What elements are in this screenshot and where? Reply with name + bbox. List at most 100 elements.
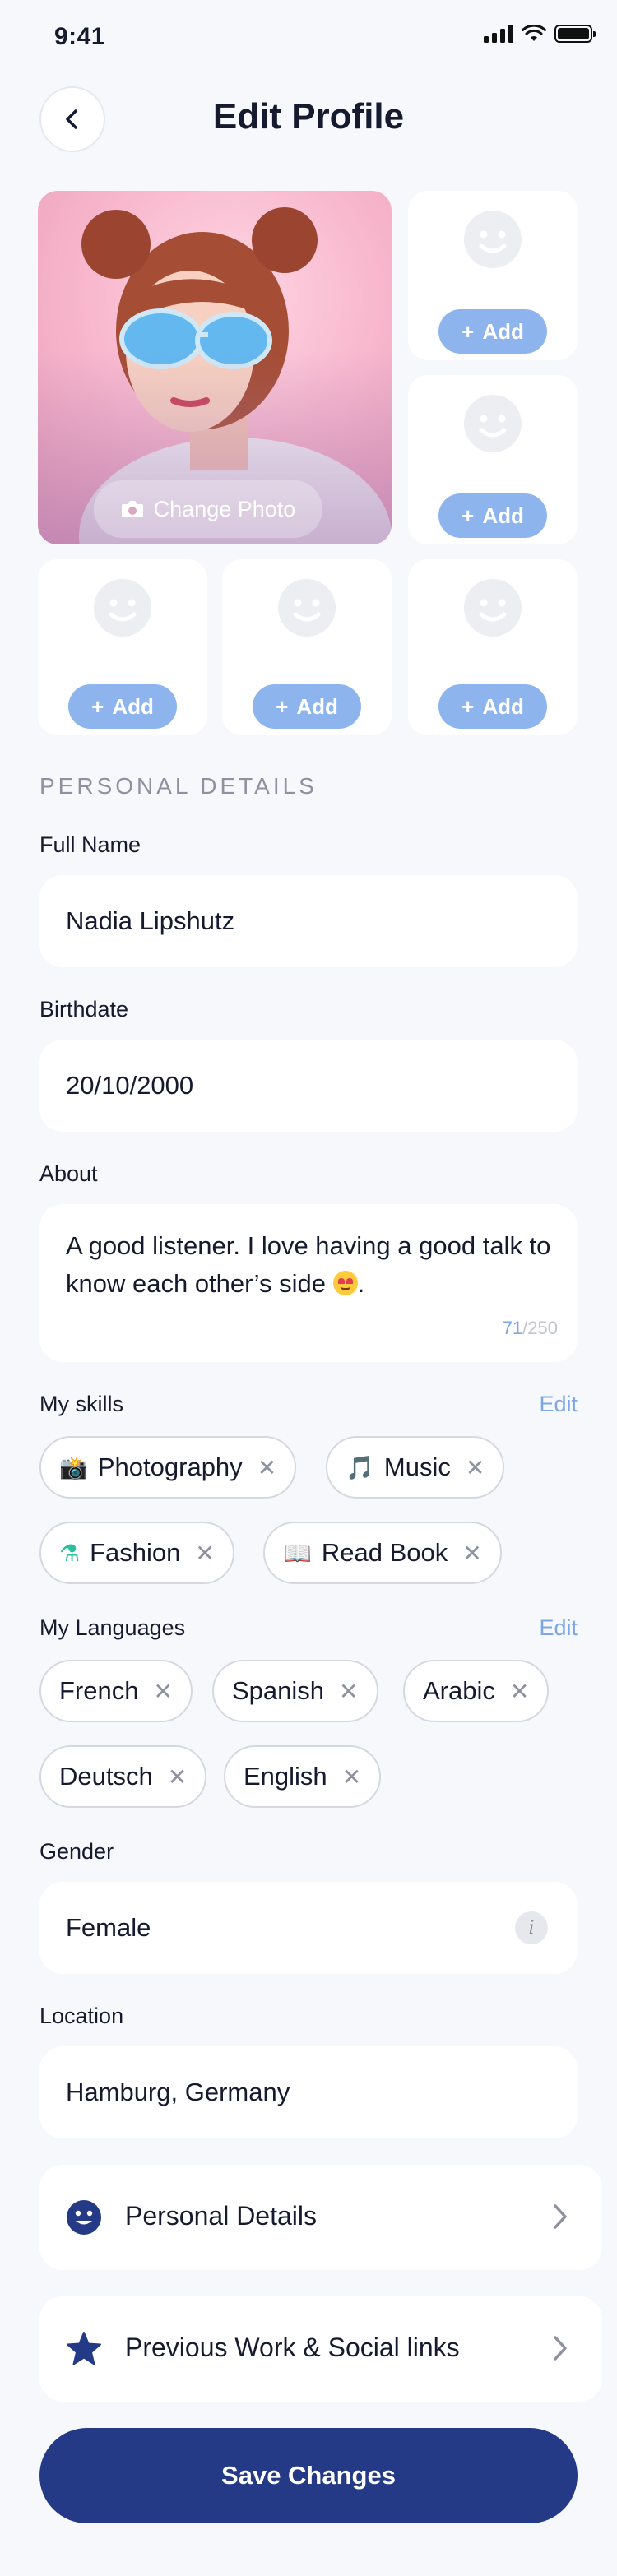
placeholder-face-icon [278,579,336,641]
language-chip[interactable]: Arabic ✕ [403,1660,550,1722]
plus-icon: + [462,693,475,719]
remove-icon[interactable]: ✕ [462,1540,481,1567]
add-photo-button[interactable]: + Add [438,309,547,354]
battery-icon [554,25,596,43]
language-chip[interactable]: Spanish ✕ [212,1660,378,1722]
page-title: Edit Profile [212,96,405,137]
placeholder-face-icon [464,211,522,272]
skill-chip[interactable]: 🎵 Music ✕ [326,1436,505,1499]
character-count: 71 [502,1318,523,1338]
previous-work-label: Previous Work & Social links [125,2333,460,2362]
skill-chip[interactable]: 📖 Read Book ✕ [263,1522,502,1584]
languages-label: My Languages [39,1615,186,1640]
music-note-emoji-icon: 🎵 [346,1453,374,1481]
gender-label: Gender [39,1839,114,1864]
photo-slot[interactable]: + Add [222,559,392,735]
languages-edit-button[interactable]: Edit [539,1615,578,1641]
add-photo-label: Add [482,693,524,719]
save-changes-button[interactable]: Save Changes [39,2428,578,2523]
character-max: /250 [522,1318,558,1338]
language-label: Spanish [232,1676,325,1705]
add-photo-button[interactable]: + Add [253,684,361,729]
language-label: English [244,1762,327,1791]
section-title: PERSONAL DETAILS [39,773,318,799]
plus-icon: + [276,693,289,719]
skill-label: Read Book [321,1538,448,1567]
status-time: 9:41 [54,23,106,50]
remove-icon[interactable]: ✕ [195,1540,214,1567]
profile-photo[interactable]: Change Photo [38,191,392,544]
about-field[interactable]: A good listener. I love having a good ta… [39,1204,578,1362]
language-label: Deutsch [59,1762,153,1791]
language-chip[interactable]: French ✕ [39,1660,193,1722]
skill-label: Fashion [90,1538,181,1567]
add-photo-button[interactable]: + Add [438,684,547,729]
remove-icon[interactable]: ✕ [257,1454,276,1481]
plus-icon: + [462,318,475,344]
skill-label: Music [383,1452,451,1481]
heart-eyes-emoji-icon [332,1271,358,1295]
add-photo-label: Add [112,693,154,719]
photo-slot[interactable]: + Add [38,559,207,735]
photo-slot[interactable]: + Add [408,559,578,735]
status-bar: 9:41 [0,0,617,72]
full-name-field[interactable]: Nadia Lipshutz [39,875,578,967]
add-photo-label: Add [482,318,524,344]
full-name-value: Nadia Lipshutz [66,906,235,935]
location-value: Hamburg, Germany [66,2078,290,2106]
about-label: About [39,1161,98,1186]
placeholder-face-icon [94,579,151,641]
signal-icon [484,25,513,43]
skill-chip[interactable]: 📸 Photography ✕ [39,1436,297,1499]
skills-label: My skills [39,1392,123,1416]
change-photo-button[interactable]: Change Photo [94,480,322,538]
camera-icon [121,501,143,517]
skill-chip[interactable]: ⚗ Fashion ✕ [39,1522,234,1584]
previous-work-row[interactable]: Previous Work & Social links [39,2296,602,2402]
character-counter: 71/250 [503,1318,558,1339]
gender-value: Female [66,1913,151,1942]
placeholder-face-icon [464,395,522,456]
language-label: French [59,1676,139,1705]
remove-icon[interactable]: ✕ [339,1678,358,1705]
remove-icon[interactable]: ✕ [342,1763,361,1791]
wifi-icon [522,25,546,41]
skills-edit-button[interactable]: Edit [539,1392,578,1417]
open-book-emoji-icon: 📖 [283,1539,312,1567]
placeholder-face-icon [464,579,522,641]
remove-icon[interactable]: ✕ [168,1763,187,1791]
gender-field[interactable]: Female i [39,1882,578,1974]
status-icons [484,25,596,43]
remove-icon[interactable]: ✕ [153,1678,172,1705]
birthdate-label: Birthdate [39,997,129,1022]
language-chip[interactable]: Deutsch ✕ [39,1745,207,1808]
birthdate-field[interactable]: 20/10/2000 [39,1040,578,1132]
add-photo-button[interactable]: + Add [68,684,177,729]
language-chip[interactable]: English ✕ [224,1745,382,1808]
about-value: A good listener. I love having a good ta… [66,1231,551,1298]
remove-icon[interactable]: ✕ [510,1678,529,1705]
plus-icon: + [91,693,104,719]
location-label: Location [39,2004,124,2028]
smiley-icon [66,2199,102,2240]
star-icon [66,2331,102,2371]
photo-slot[interactable]: + Add [408,375,578,544]
plus-icon: + [462,503,475,528]
location-field[interactable]: Hamburg, Germany [39,2046,578,2138]
change-photo-label: Change Photo [153,496,296,521]
add-photo-button[interactable]: + Add [438,493,547,538]
birthdate-value: 20/10/2000 [66,1071,194,1100]
personal-details-row[interactable]: Personal Details [39,2165,602,2270]
camera-emoji-icon: 📸 [59,1453,88,1481]
add-photo-label: Add [296,693,338,719]
info-icon[interactable]: i [515,1911,548,1944]
skill-label: Photography [97,1452,243,1481]
remove-icon[interactable]: ✕ [466,1454,485,1481]
photo-slot[interactable]: + Add [408,191,578,360]
personal-details-label: Personal Details [125,2201,317,2231]
language-label: Arabic [423,1676,495,1705]
about-text: A good listener. I love having a good ta… [66,1231,551,1298]
chevron-right-icon [551,2334,569,2366]
full-name-label: Full Name [39,832,141,857]
add-photo-label: Add [482,503,524,528]
